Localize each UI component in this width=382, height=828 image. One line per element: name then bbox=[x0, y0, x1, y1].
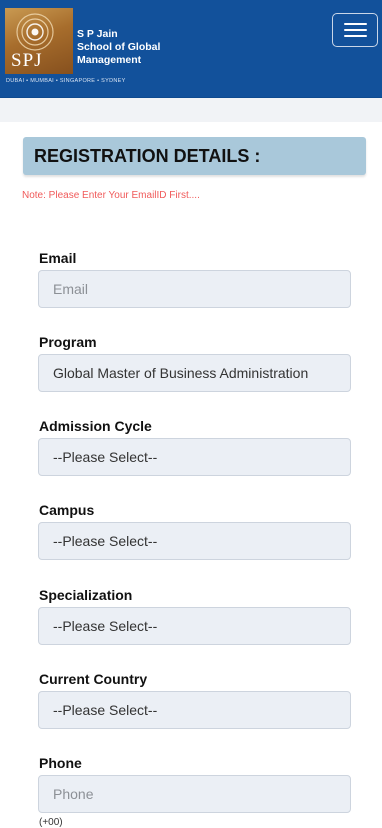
spjain-logo[interactable]: SPJ S P Jain School of Global Management… bbox=[3, 6, 169, 88]
header-spacer-band bbox=[0, 98, 382, 122]
current-country-label: Current Country bbox=[39, 671, 148, 687]
logo-line-3: Management bbox=[77, 54, 142, 66]
specialization-label: Specialization bbox=[39, 587, 133, 603]
email-label: Email bbox=[39, 250, 77, 266]
specialization-select[interactable]: --Please Select-- bbox=[38, 607, 351, 645]
logo-emblem: SPJ bbox=[5, 8, 73, 74]
menu-toggle-button[interactable] bbox=[332, 13, 378, 47]
site-header: SPJ S P Jain School of Global Management… bbox=[0, 0, 382, 98]
email-field[interactable]: Email bbox=[38, 270, 351, 308]
phone-label: Phone bbox=[39, 755, 82, 771]
logo-line-1: S P Jain bbox=[77, 28, 118, 40]
admission-cycle-label: Admission Cycle bbox=[39, 418, 152, 434]
campus-select[interactable]: --Please Select-- bbox=[38, 522, 351, 560]
admission-cycle-select[interactable]: --Please Select-- bbox=[38, 438, 351, 476]
logo-school-name: S P Jain School of Global Management bbox=[77, 28, 177, 67]
campus-label: Campus bbox=[39, 502, 95, 518]
current-country-select[interactable]: --Please Select-- bbox=[38, 691, 351, 729]
logo-monogram: SPJ bbox=[11, 50, 43, 71]
program-field[interactable]: Global Master of Business Administration bbox=[38, 354, 351, 392]
phone-country-code-hint: (+00) bbox=[39, 817, 63, 828]
logo-line-2: School of Global bbox=[77, 41, 161, 53]
section-title: REGISTRATION DETAILS : bbox=[23, 137, 366, 175]
program-label: Program bbox=[39, 334, 97, 350]
phone-field[interactable]: Phone bbox=[38, 775, 351, 813]
email-first-note: Note: Please Enter Your EmailID First...… bbox=[22, 190, 200, 201]
logo-cities: DUBAI • MUMBAI • SINGAPORE • SYDNEY bbox=[6, 78, 126, 84]
